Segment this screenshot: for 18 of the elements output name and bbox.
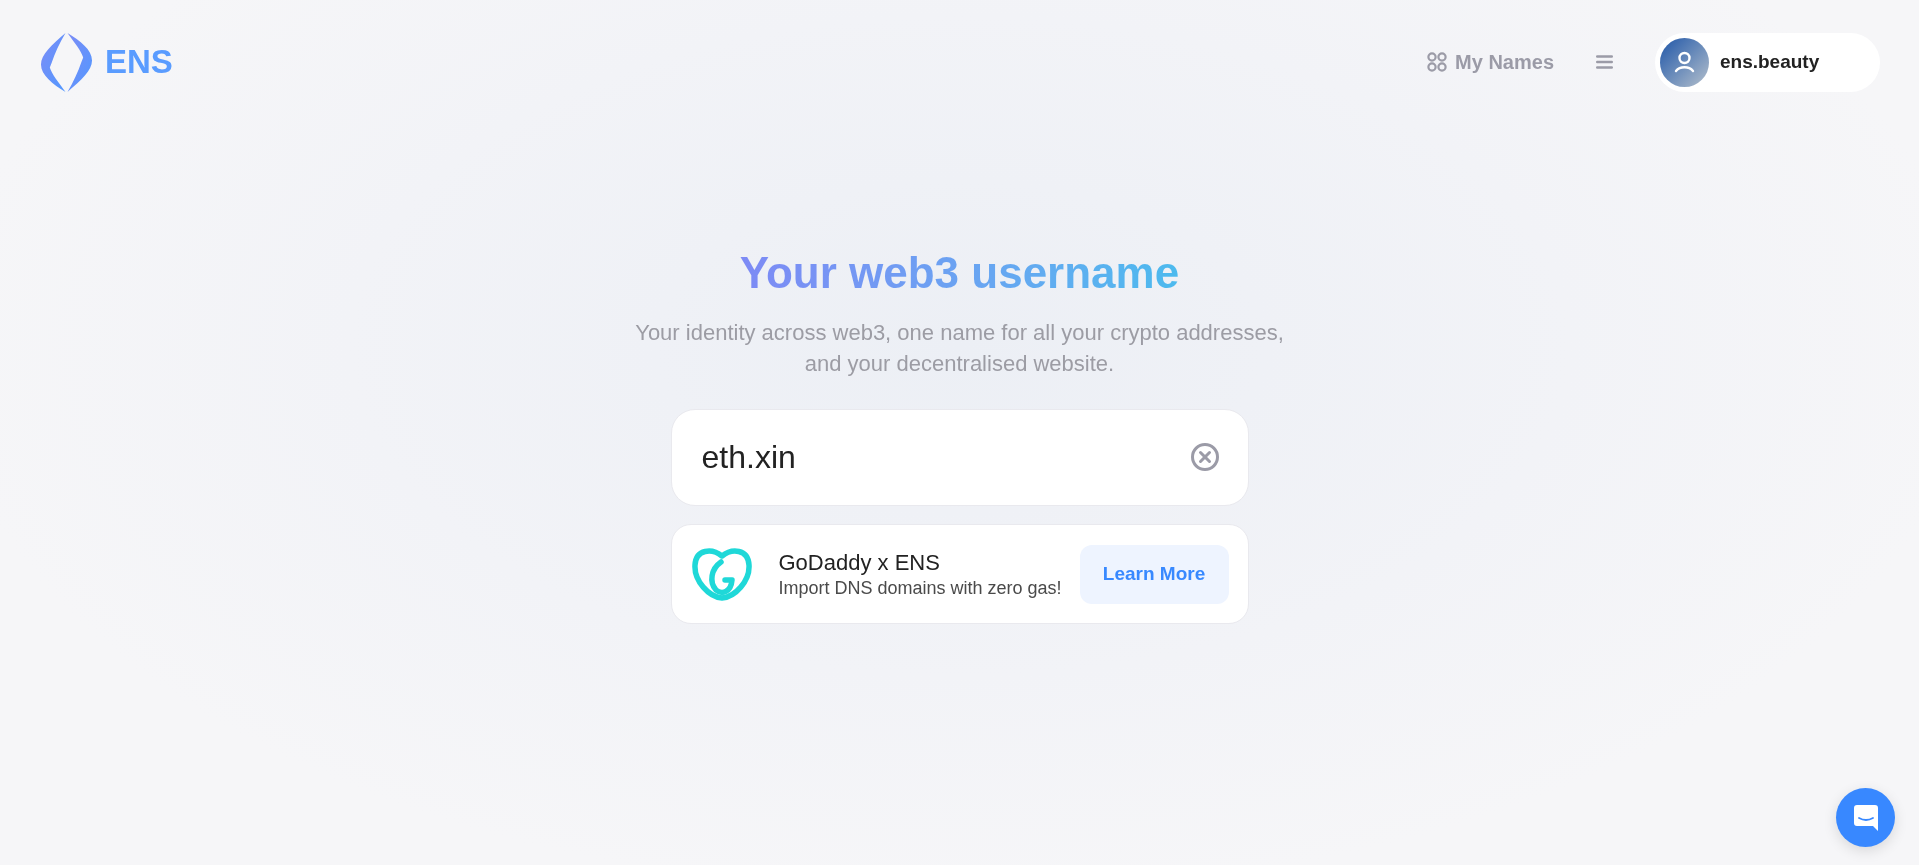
hero-subtitle: Your identity across web3, one name for all your crypto addresses, and your decentralised website. [634,319,1285,378]
chat-icon [1853,804,1878,831]
four-circles-icon [1427,52,1448,72]
heart-g-logo-icon [690,546,753,602]
learn-more-button[interactable]: Learn More [1079,544,1229,604]
clear-button[interactable] [1189,442,1220,472]
promo-subtitle: Import DNS domains with zero gas! [778,577,1063,599]
menu-button[interactable] [1596,52,1613,72]
avatar-icon [1660,37,1709,87]
account-button[interactable]: ens.beauty [1655,32,1880,92]
logo-icon [40,32,93,92]
my-names-link[interactable]: My Names [1427,47,1554,77]
menu-icon [1596,55,1613,69]
clear-icon [1189,442,1220,472]
promo-title: GoDaddy x ENS [778,549,941,577]
search-field[interactable]: eth.xin [670,409,1249,506]
logo-link[interactable]: ENS [40,32,173,92]
chat-button[interactable] [1836,788,1895,847]
